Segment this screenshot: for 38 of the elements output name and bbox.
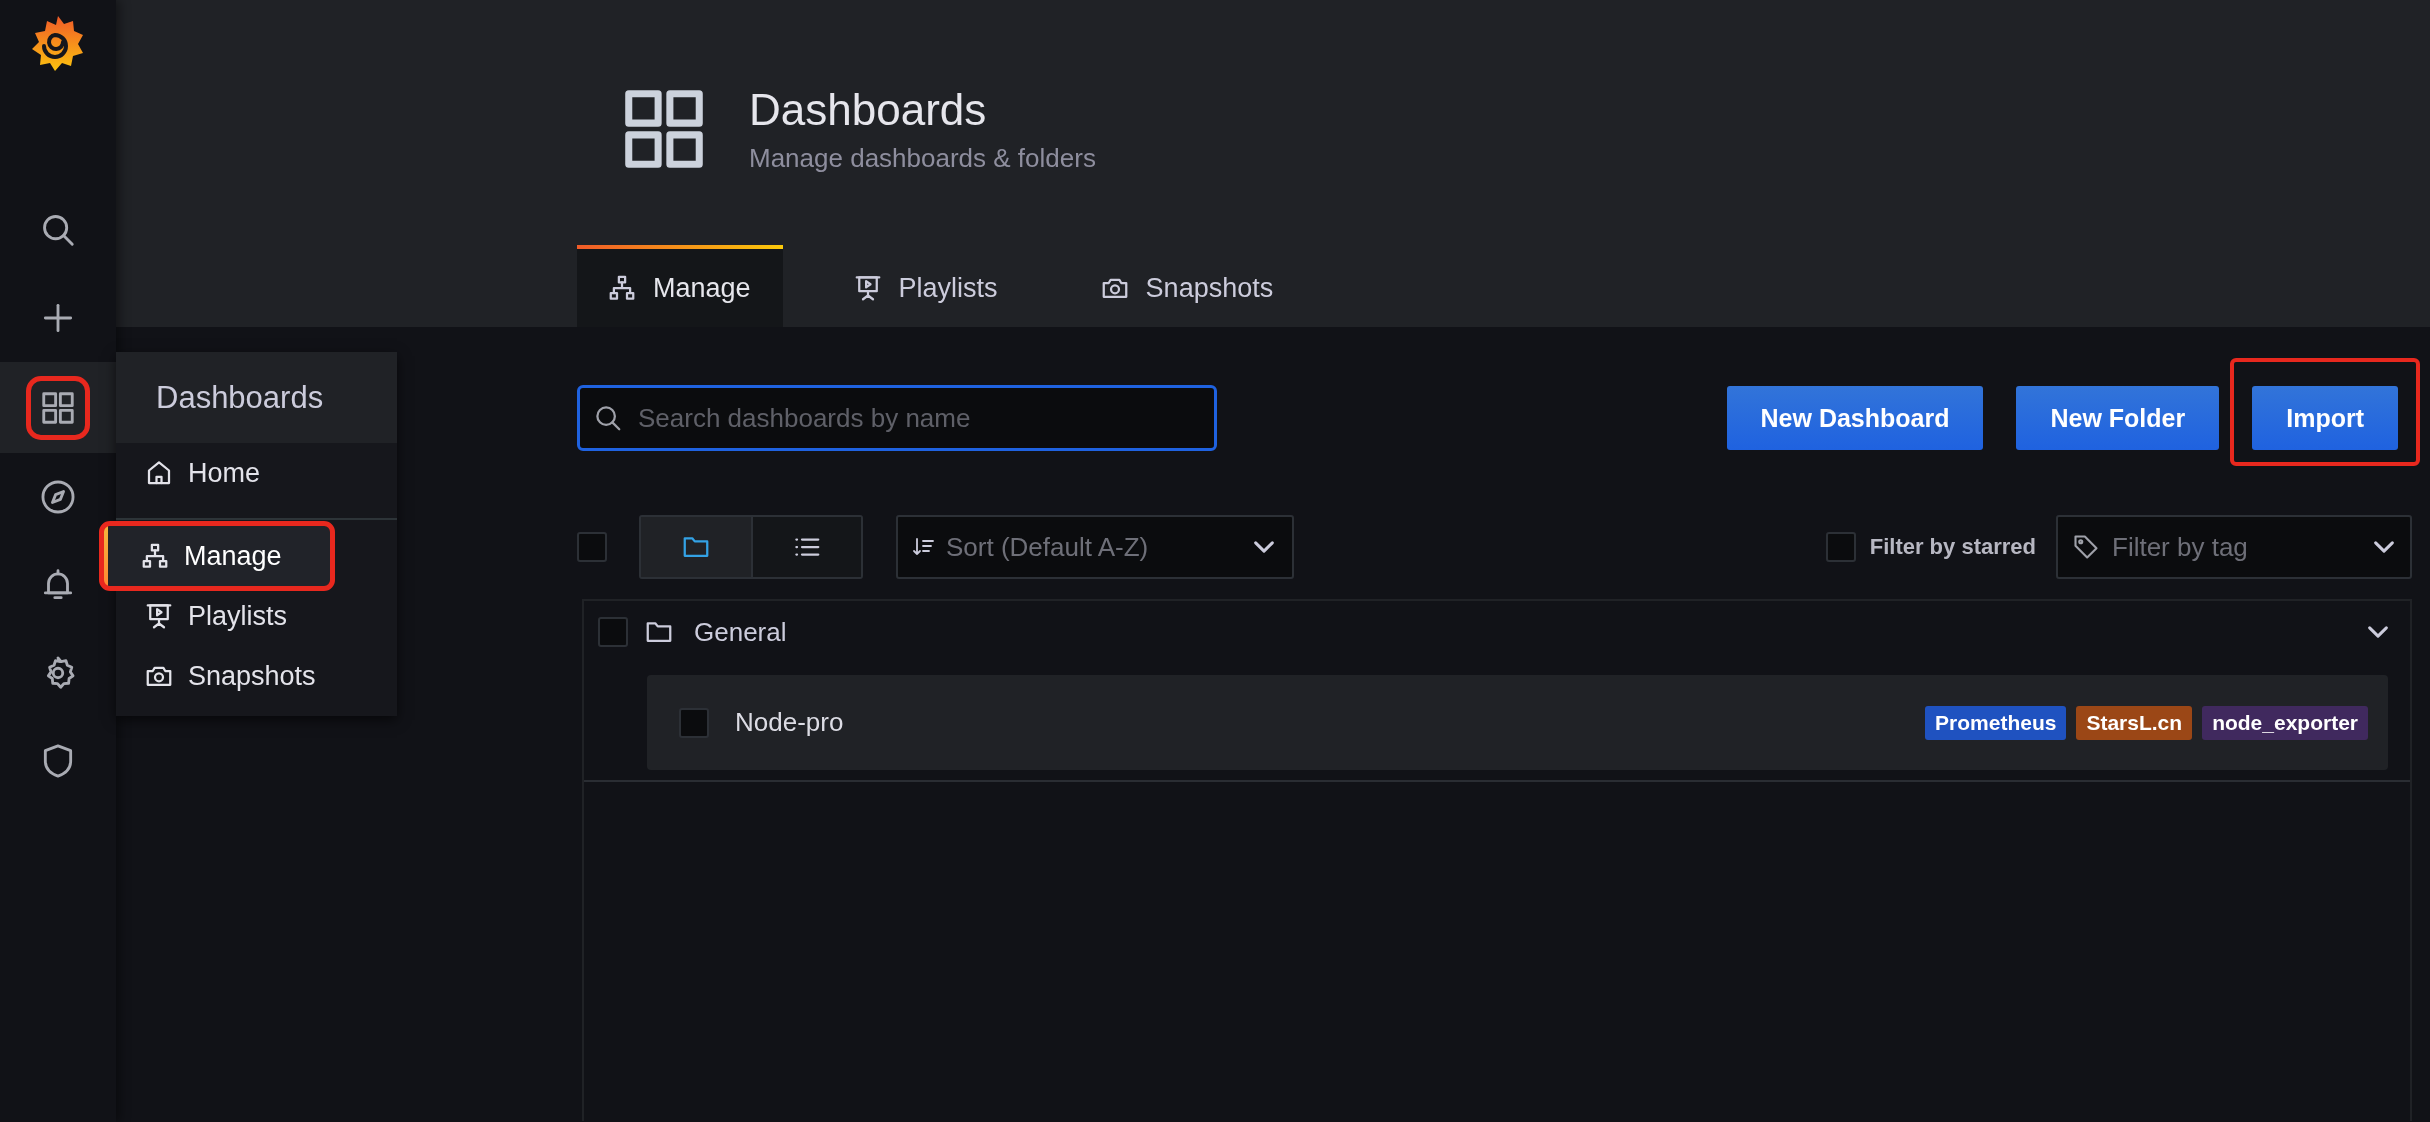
compass-icon: [39, 478, 77, 516]
tag[interactable]: StarsL.cn: [2076, 705, 2193, 740]
page-title: Dashboards: [749, 84, 988, 135]
expand-toggle[interactable]: [2368, 626, 2388, 638]
tag[interactable]: node_exporter: [2202, 705, 2368, 740]
chevron-down-icon: [1254, 541, 1274, 553]
chevron-down-icon: [2368, 626, 2388, 638]
action-button[interactable]: New Dashboard: [1726, 386, 1984, 450]
view-toggle[interactable]: [641, 517, 751, 577]
tag[interactable]: Prometheus: [1925, 705, 2067, 740]
sitemap-icon: [140, 541, 170, 571]
action-button[interactable]: New Folder: [2016, 386, 2220, 450]
menu-item[interactable]: Snapshots: [116, 646, 397, 706]
folder-name[interactable]: General: [694, 616, 2352, 648]
presentation-icon: [144, 601, 174, 631]
search-field[interactable]: Search dashboards by name: [577, 385, 1217, 451]
chevron-down-icon: [2374, 541, 2394, 553]
tab[interactable]: Playlists: [822, 245, 1030, 327]
tab[interactable]: Manage: [577, 245, 783, 327]
menu-item[interactable]: Playlists: [116, 586, 397, 646]
dashboard-title: Node-pro: [735, 707, 845, 738]
action-button[interactable]: Import: [2252, 386, 2398, 450]
starred-label: Filter by starred: [1869, 534, 2036, 560]
menu-item[interactable]: Home: [116, 443, 397, 503]
select-all-checkbox[interactable]: [577, 532, 607, 562]
starred-checkbox[interactable]: [1825, 532, 1856, 562]
tag-filter-dropdown[interactable]: Filter by tag: [2056, 515, 2412, 579]
sitemap-icon: [607, 273, 637, 303]
dashboard-row[interactable]: Node-pro Prometheus StarsL.cn node_exporter: [647, 675, 2388, 770]
nav-button[interactable]: [0, 362, 116, 453]
dashboard-checkbox[interactable]: [679, 707, 709, 738]
view-toggle[interactable]: [751, 517, 861, 577]
menu-title: Dashboards: [116, 352, 397, 443]
sort-dropdown[interactable]: Sort (Default A-Z): [896, 515, 1294, 579]
tab[interactable]: Snapshots: [1069, 245, 1306, 327]
folder-checkbox[interactable]: [598, 617, 628, 647]
page-subtitle: Manage dashboards & folders: [749, 142, 1096, 174]
tag-icon: [2072, 533, 2100, 561]
